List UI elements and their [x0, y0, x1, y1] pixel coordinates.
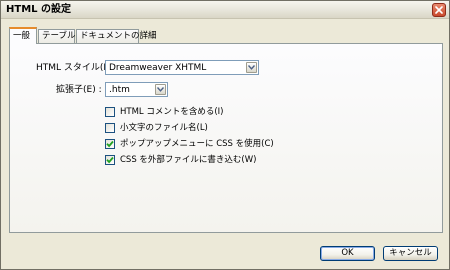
extension-label: 拡張子(E) :	[56, 85, 102, 95]
write-css-external-file-checkbox[interactable]	[105, 155, 115, 165]
cancel-button[interactable]: キャンセル	[383, 246, 438, 261]
close-button[interactable]	[432, 3, 446, 17]
tab-label: ドキュメントの詳細	[80, 31, 157, 41]
html-style-value: Dreamweaver XHTML	[109, 63, 207, 73]
chevron-down-icon	[157, 87, 164, 92]
tab-document-details[interactable]: ドキュメントの詳細	[76, 29, 157, 43]
use-css-popup-menu-option[interactable]: ポップアップメニューに CSS を使用(C)	[105, 138, 274, 150]
checkmark-icon	[106, 140, 114, 148]
checkmark-icon	[106, 156, 114, 164]
ok-button-label: OK	[341, 248, 354, 258]
tab-table[interactable]: テーブル	[38, 29, 76, 43]
tab-label: 一般	[13, 31, 31, 41]
extension-dropdown-button[interactable]	[155, 84, 166, 95]
lowercase-filenames-checkbox[interactable]	[105, 123, 115, 133]
lowercase-filenames-option[interactable]: 小文字のファイル名(L)	[105, 122, 235, 134]
close-icon	[435, 6, 443, 14]
include-html-comments-option[interactable]: HTML コメントを含める(I)	[105, 106, 235, 118]
window-title: HTML の設定	[6, 4, 71, 15]
cancel-button-label: キャンセル	[389, 248, 432, 258]
use-css-popup-menu-checkbox[interactable]	[105, 139, 115, 149]
checkbox-label: HTML コメントを含める(I)	[120, 107, 224, 117]
html-style-dropdown-button[interactable]	[246, 62, 257, 73]
ok-button[interactable]: OK	[320, 246, 375, 261]
html-style-select[interactable]: Dreamweaver XHTML	[105, 60, 259, 75]
checkbox-label: ポップアップメニューに CSS を使用(C)	[120, 139, 274, 149]
extension-value: .htm	[109, 85, 130, 95]
tab-label: テーブル	[42, 31, 76, 41]
checkbox-label: 小文字のファイル名(L)	[120, 123, 208, 133]
title-bar[interactable]: HTML の設定	[1, 1, 449, 19]
checkbox-label: CSS を外部ファイルに書き込む(W)	[120, 155, 257, 165]
general-tab-panel: HTML スタイル(H) : Dreamweaver XHTML 拡張子(E) …	[9, 43, 443, 233]
tab-general[interactable]: 一般	[9, 27, 37, 44]
include-html-comments-checkbox[interactable]	[105, 107, 115, 117]
chevron-down-icon	[248, 65, 255, 70]
extension-select[interactable]: .htm	[105, 82, 168, 97]
html-settings-dialog: HTML の設定 一般 テーブル ドキュメントの詳細 HTML スタイル(H) …	[0, 0, 450, 270]
write-css-external-file-option[interactable]: CSS を外部ファイルに書き込む(W)	[105, 154, 256, 166]
